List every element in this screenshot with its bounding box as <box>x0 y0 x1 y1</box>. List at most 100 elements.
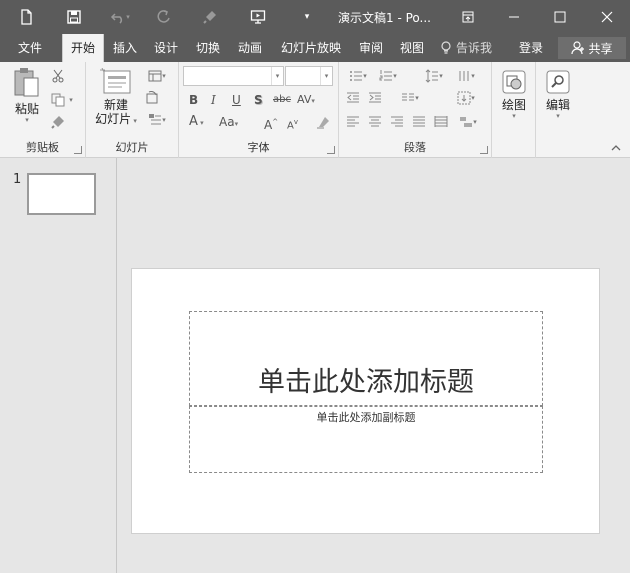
subtitle-placeholder-text: 单击此处添加副标题 <box>316 411 416 424</box>
share-label: 共享 <box>588 41 613 56</box>
paragraph-launcher-icon[interactable] <box>480 146 488 154</box>
bold-icon[interactable]: B <box>189 91 198 109</box>
font-size-dropdown-icon[interactable]: ▾ <box>320 67 332 85</box>
decrease-indent-icon[interactable] <box>345 90 361 106</box>
redo-icon[interactable] <box>152 5 176 29</box>
align-center-icon[interactable] <box>367 114 383 130</box>
align-right-icon[interactable] <box>389 114 405 130</box>
tab-review[interactable]: 审阅 <box>351 34 391 62</box>
group-font: ▾ ▾ B I U S abc AV▾ A ▾ Aa▾ A^ Av 字体 <box>179 62 339 158</box>
group-label-font: 字体 <box>247 141 270 154</box>
new-slide-icon <box>100 68 131 94</box>
font-name-dropdown-icon[interactable]: ▾ <box>271 67 283 85</box>
clear-formatting-icon[interactable] <box>315 114 331 130</box>
tab-view[interactable]: 视图 <box>392 34 432 62</box>
tell-me-label: 告诉我 <box>456 41 493 55</box>
group-paragraph: ▾ ▾ ▾ ▾ ▾ ▾ ▾ 段落 <box>339 62 492 158</box>
group-clipboard: 粘贴 ▾ ▾ 剪贴板 <box>0 62 86 158</box>
collapse-ribbon-icon[interactable] <box>608 140 624 156</box>
justify-icon[interactable] <box>411 114 427 130</box>
minimize-button[interactable] <box>491 0 537 34</box>
decrease-font-icon[interactable]: Av <box>287 113 298 131</box>
font-name-combo[interactable]: ▾ <box>183 66 284 86</box>
title-bar: ▾ ▾ 演示文稿1 - Po... <box>0 0 630 34</box>
ribbon-tab-bar: 文件 开始 插入 设计 切换 动画 幻灯片放映 审阅 视图 告诉我 登录 共享 <box>0 34 630 62</box>
align-text-icon[interactable]: ▾ <box>453 90 479 106</box>
find-icon <box>546 70 570 94</box>
slide-thumbnail[interactable] <box>27 173 96 215</box>
font-launcher-icon[interactable] <box>327 146 335 154</box>
paste-button[interactable]: 粘贴 ▾ <box>8 66 46 124</box>
text-direction-icon[interactable]: ▾ <box>453 68 479 84</box>
lightbulb-icon <box>441 41 451 54</box>
shapes-icon <box>502 70 526 94</box>
layout-icon[interactable]: ▾ <box>144 68 170 84</box>
font-color-icon[interactable]: A ▾ <box>189 113 204 131</box>
distributed-icon[interactable] <box>433 114 449 130</box>
font-size-combo[interactable]: ▾ <box>285 66 333 86</box>
group-label-clipboard: 剪贴板 <box>26 141 59 154</box>
group-editing: 编辑 ▾ <box>536 62 580 158</box>
smartart-icon[interactable]: ▾ <box>455 114 481 130</box>
tab-home[interactable]: 开始 <box>62 34 105 62</box>
tab-slideshow[interactable]: 幻灯片放映 <box>273 34 349 62</box>
font-size-value <box>286 69 289 82</box>
character-spacing-icon[interactable]: AV▾ <box>297 91 315 109</box>
subtitle-placeholder[interactable]: 单击此处添加副标题 <box>189 406 543 473</box>
reset-slide-icon[interactable] <box>144 90 160 106</box>
increase-font-icon[interactable]: A^ <box>264 113 278 132</box>
paste-icon <box>14 68 39 97</box>
editing-label: 编辑 <box>545 98 570 112</box>
sign-in-link[interactable]: 登录 <box>519 34 543 62</box>
new-slide-label-2: 幻灯片 <box>95 112 132 126</box>
tab-insert[interactable]: 插入 <box>105 34 145 62</box>
numbering-icon[interactable]: ▾ <box>375 68 401 84</box>
group-slides: 新建 幻灯片 ▾ ▾ ▾ 幻灯片 <box>86 62 179 158</box>
slide-thumbnails-pane: 1 <box>0 158 117 573</box>
slide-number: 1 <box>13 172 22 187</box>
new-slide-label-1: 新建 <box>103 98 128 112</box>
clipboard-launcher-icon[interactable] <box>74 146 82 154</box>
title-placeholder-text: 单击此处添加标题 <box>258 367 474 398</box>
close-button[interactable] <box>584 0 630 34</box>
editing-button[interactable]: 编辑 ▾ <box>540 68 576 120</box>
columns-icon[interactable]: ▾ <box>397 90 423 106</box>
format-painter-icon[interactable] <box>198 5 222 29</box>
ribbon-display-options-button[interactable] <box>445 0 491 34</box>
section-icon[interactable]: ▾ <box>144 112 170 128</box>
underline-icon[interactable]: U <box>232 91 241 109</box>
maximize-button[interactable] <box>537 0 583 34</box>
cut-icon[interactable] <box>50 68 66 84</box>
change-case-icon[interactable]: Aa▾ <box>219 113 238 131</box>
undo-dropdown-icon[interactable]: ▾ <box>122 5 134 29</box>
drawing-button[interactable]: 绘图 ▾ <box>496 68 532 120</box>
share-button[interactable]: 共享 <box>558 37 626 59</box>
font-name-value <box>184 69 187 82</box>
customize-quick-access-icon[interactable]: ▾ <box>295 5 319 29</box>
increase-indent-icon[interactable] <box>367 90 383 106</box>
title-placeholder[interactable]: 单击此处添加标题 <box>189 311 543 406</box>
italic-icon[interactable]: I <box>211 91 216 109</box>
format-painter-ribbon-icon[interactable] <box>50 114 66 130</box>
tab-animations[interactable]: 动画 <box>230 34 270 62</box>
bullets-icon[interactable]: ▾ <box>345 68 371 84</box>
ribbon-home: 粘贴 ▾ ▾ 剪贴板 新建 幻灯片 ▾ ▾ ▾ 幻灯片 ▾ ▾ B I U S … <box>0 62 630 158</box>
new-slide-button[interactable]: 新建 幻灯片 ▾ <box>90 68 142 128</box>
group-drawing: 绘图 ▾ <box>492 62 536 158</box>
copy-icon[interactable] <box>50 92 66 108</box>
tell-me-search[interactable]: 告诉我 <box>440 34 492 62</box>
save-icon[interactable] <box>62 5 86 29</box>
new-file-icon[interactable] <box>14 5 38 29</box>
copy-dropdown-icon[interactable]: ▾ <box>66 92 76 108</box>
text-shadow-icon[interactable]: S <box>254 91 263 109</box>
align-left-icon[interactable] <box>345 114 361 130</box>
tab-file[interactable]: 文件 <box>10 34 50 62</box>
drawing-label: 绘图 <box>501 98 526 112</box>
slideshow-icon[interactable] <box>246 5 270 29</box>
group-label-paragraph: 段落 <box>404 141 426 154</box>
line-spacing-icon[interactable]: ▾ <box>421 68 447 84</box>
paste-label: 粘贴 <box>14 102 39 116</box>
tab-design[interactable]: 设计 <box>146 34 186 62</box>
tab-transitions[interactable]: 切换 <box>188 34 228 62</box>
strikethrough-icon[interactable]: abc <box>273 91 291 109</box>
